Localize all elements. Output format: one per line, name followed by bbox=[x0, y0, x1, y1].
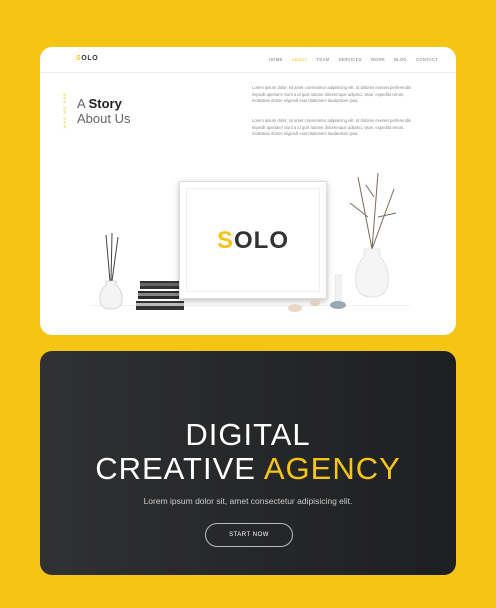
hero-subtitle: Lorem ipsum dolor sit, amet consectetur … bbox=[143, 496, 353, 506]
navbar: SOLO HOME ABOUT TEAM SERVICES WORK BLOG … bbox=[40, 47, 456, 73]
frame-logo-accent: S bbox=[216, 227, 234, 254]
hero-preview-card: DIGITAL CREATIVE AGENCY Lorem ipsum dolo… bbox=[40, 351, 456, 575]
vase-branches-icon bbox=[349, 172, 397, 298]
nav-about[interactable]: ABOUT bbox=[292, 57, 308, 62]
hero-title-line1: DIGITAL bbox=[185, 417, 311, 452]
nav-team[interactable]: TEAM bbox=[317, 57, 330, 62]
logo[interactable]: SOLO bbox=[76, 55, 98, 62]
nav-contact[interactable]: CONTACT bbox=[416, 57, 438, 62]
about-paragraph-2: Lorem ipsum dolor, sit amet consectetur … bbox=[252, 118, 411, 137]
nav-home[interactable]: HOME bbox=[269, 57, 283, 62]
nav-services[interactable]: SERVICES bbox=[338, 57, 362, 62]
frame-logo-rest: OLO bbox=[234, 227, 289, 254]
nav-menu: HOME ABOUT TEAM SERVICES WORK BLOG CONTA… bbox=[269, 57, 438, 62]
heading-strong: Story bbox=[88, 96, 122, 111]
hero-title-accent: AGENCY bbox=[263, 451, 401, 486]
about-preview-card: SOLO HOME ABOUT TEAM SERVICES WORK BLOG … bbox=[40, 47, 456, 335]
hero-title-plain: CREATIVE bbox=[95, 451, 256, 486]
about-heading: A Story About Us bbox=[77, 96, 130, 126]
logo-frame: SOLO bbox=[179, 181, 327, 299]
vertical-caption: WHO WE ARE bbox=[62, 92, 67, 129]
reed-diffuser-icon bbox=[99, 233, 123, 310]
start-now-button[interactable]: START NOW bbox=[205, 523, 293, 547]
heading-prefix: A bbox=[77, 96, 85, 111]
shells-icon bbox=[288, 300, 320, 312]
nav-work[interactable]: WORK bbox=[371, 57, 385, 62]
about-paragraph-1: Lorem ipsum dolor, sit amet consectetur … bbox=[252, 85, 411, 104]
logo-rest: OLO bbox=[81, 55, 99, 62]
hero-title-line2: CREATIVE AGENCY bbox=[40, 451, 456, 487]
frame-logo: SOLO bbox=[180, 227, 326, 255]
nav-blog[interactable]: BLOG bbox=[394, 57, 407, 62]
heading-line2: About Us bbox=[77, 111, 131, 126]
